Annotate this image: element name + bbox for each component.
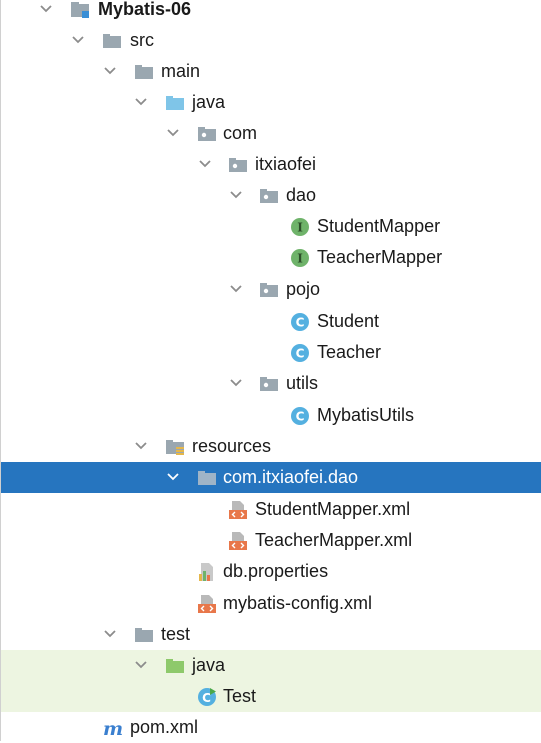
tree-node-mybatis-06[interactable]: Mybatis-06 — [1, 0, 541, 25]
folder-icon — [103, 34, 121, 48]
node-label: utils — [286, 373, 319, 393]
xml-file-icon — [229, 501, 247, 519]
svg-text:C: C — [296, 410, 305, 424]
node-label: java — [192, 92, 226, 112]
chevron-down-icon[interactable] — [133, 438, 149, 454]
node-label: resources — [192, 436, 272, 456]
tree-node-mybatis-config-xml[interactable]: mybatis-config.xml — [1, 588, 541, 619]
tree-node-itxiaofei[interactable]: itxiaofei — [1, 149, 541, 180]
node-label: mybatis-config.xml — [223, 593, 373, 613]
source-folder-icon — [166, 96, 184, 110]
tree-node-utils[interactable]: utils — [1, 368, 541, 399]
package-icon — [260, 283, 278, 297]
class-icon: C — [291, 344, 309, 362]
tree-node-test[interactable]: test — [1, 619, 541, 650]
tree-node-main[interactable]: main — [1, 56, 541, 87]
chevron-down-icon[interactable] — [165, 469, 181, 485]
tree-node-dao[interactable]: dao — [1, 180, 541, 211]
chevron-down-icon[interactable] — [133, 94, 149, 110]
node-label: com — [223, 123, 258, 143]
interface-icon: I — [291, 249, 309, 267]
svg-text:C: C — [296, 347, 305, 361]
chevron-down-icon[interactable] — [228, 375, 244, 391]
node-label: Teacher — [317, 342, 382, 362]
chevron-down-icon[interactable] — [38, 1, 54, 17]
chevron-down-icon[interactable] — [102, 626, 118, 642]
chevron-down-icon[interactable] — [165, 125, 181, 141]
package-icon — [260, 189, 278, 203]
class-icon: C — [291, 313, 309, 331]
node-label: test — [161, 624, 191, 644]
package-icon — [198, 127, 216, 141]
node-label: pom.xml — [130, 717, 199, 737]
package-icon — [229, 158, 247, 172]
chevron-down-icon[interactable] — [228, 281, 244, 297]
node-label: MybatisUtils — [317, 405, 415, 425]
chevron-down-icon[interactable] — [102, 63, 118, 79]
svg-text:C: C — [296, 316, 305, 330]
tree-node-com[interactable]: com — [1, 118, 541, 149]
tree-node-main-java[interactable]: java — [1, 87, 541, 118]
project-tree: Mybatis-06 src main java com itxiaofei d… — [0, 0, 541, 741]
chevron-down-icon[interactable] — [197, 156, 213, 172]
chevron-down-icon[interactable] — [228, 187, 244, 203]
tree-node-student[interactable]: C Student — [1, 306, 541, 337]
chevron-down-icon[interactable] — [133, 657, 149, 673]
node-label: Mybatis-06 — [98, 0, 192, 19]
node-label: StudentMapper — [317, 216, 441, 236]
tree-node-resources[interactable]: resources — [1, 431, 541, 462]
tree-node-test-class[interactable]: C Test — [1, 681, 541, 712]
node-label: Student — [317, 311, 380, 331]
node-label: java — [192, 655, 226, 675]
svg-text:I: I — [297, 221, 303, 235]
tree-node-src[interactable]: src — [1, 25, 541, 56]
node-label: pojo — [286, 279, 321, 299]
node-label: main — [161, 61, 201, 81]
chevron-down-icon[interactable] — [70, 32, 86, 48]
node-label: db.properties — [223, 561, 329, 581]
class-icon: C — [291, 407, 309, 425]
svg-text:C: C — [202, 691, 211, 705]
maven-pom-icon: m — [103, 718, 123, 738]
project-module-icon — [71, 2, 89, 18]
node-label: TeacherMapper — [317, 247, 443, 267]
tree-node-teacher[interactable]: C Teacher — [1, 337, 541, 368]
test-class-icon: C — [198, 688, 216, 706]
resources-folder-icon — [166, 440, 184, 455]
folder-icon — [135, 628, 153, 642]
tree-node-com-itxiaofei-dao[interactable]: com.itxiaofei.dao — [1, 462, 541, 493]
tree-node-student-mapper-xml[interactable]: StudentMapper.xml — [1, 494, 541, 525]
package-icon — [260, 377, 278, 391]
interface-icon: I — [291, 218, 309, 236]
xml-file-icon — [229, 532, 247, 550]
properties-file-icon — [199, 563, 213, 581]
svg-text:I: I — [297, 252, 303, 266]
tree-node-teacher-mapper-xml[interactable]: TeacherMapper.xml — [1, 525, 541, 556]
folder-icon — [198, 471, 216, 485]
tree-node-db-properties[interactable]: db.properties — [1, 556, 541, 587]
node-label: TeacherMapper.xml — [255, 530, 413, 550]
tree-node-test-java[interactable]: java — [1, 650, 541, 681]
tree-node-teacher-mapper[interactable]: I TeacherMapper — [1, 242, 541, 273]
node-label: itxiaofei — [255, 154, 317, 174]
folder-icon — [135, 65, 153, 79]
xml-file-icon — [198, 595, 216, 613]
node-label: dao — [286, 185, 317, 205]
node-label: src — [130, 30, 154, 50]
svg-text:m: m — [103, 718, 123, 738]
test-source-folder-icon — [166, 659, 184, 673]
node-label: Test — [223, 686, 257, 706]
tree-node-pom-xml[interactable]: m pom.xml — [1, 712, 541, 743]
node-label: com.itxiaofei.dao — [223, 467, 359, 487]
node-label: StudentMapper.xml — [255, 499, 411, 519]
tree-node-student-mapper[interactable]: I StudentMapper — [1, 211, 541, 242]
tree-node-pojo[interactable]: pojo — [1, 274, 541, 305]
tree-node-mybatis-utils[interactable]: C MybatisUtils — [1, 400, 541, 431]
